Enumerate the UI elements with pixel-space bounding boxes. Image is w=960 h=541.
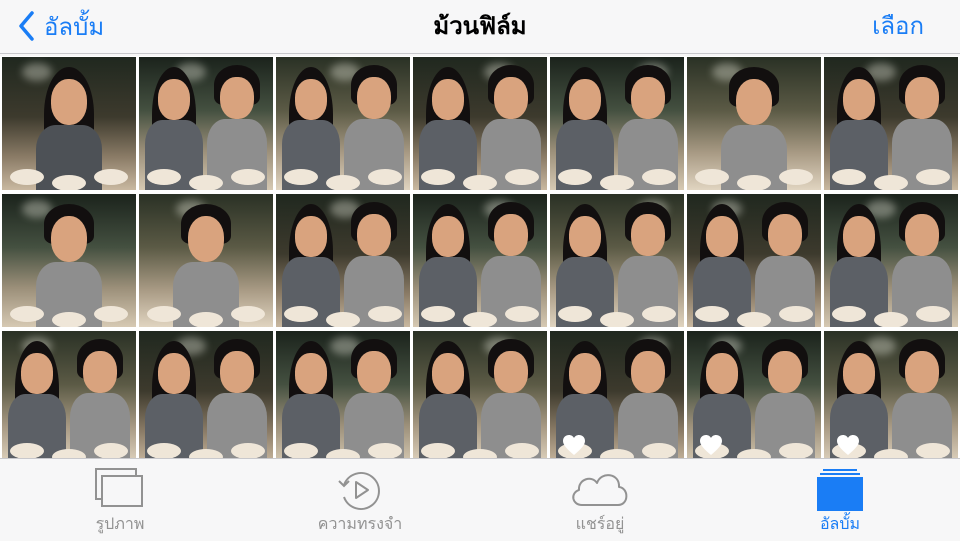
tab-shared-label: แชร์อยู่: [575, 514, 625, 533]
back-button[interactable]: อัลบั้ม: [18, 6, 104, 46]
tab-photos[interactable]: รูปภาพ: [40, 459, 200, 541]
photo-thumbnail[interactable]: [413, 331, 547, 464]
page-title: ม้วนฟิล์ม: [433, 12, 527, 40]
photo-thumbnail[interactable]: [2, 331, 136, 464]
chevron-left-icon: [19, 11, 34, 41]
photo-thumbnail[interactable]: [276, 331, 410, 464]
navigation-bar: อัลบั้ม ม้วนฟิล์ม เลือก: [0, 0, 960, 54]
photo-thumbnail[interactable]: [276, 57, 410, 190]
albums-icon: [817, 469, 863, 511]
photo-thumbnail[interactable]: [139, 57, 273, 190]
photo-thumbnail[interactable]: [276, 194, 410, 327]
photos-stack-icon: [95, 468, 143, 507]
cloud-icon: [572, 474, 628, 506]
photo-thumbnail[interactable]: [550, 194, 684, 327]
tab-albums[interactable]: อัลบั้ม: [760, 459, 920, 541]
photo-thumbnail[interactable]: [139, 331, 273, 464]
favorite-heart-icon: [700, 435, 722, 455]
photo-thumbnail[interactable]: [687, 57, 821, 190]
photo-thumbnail[interactable]: [413, 57, 547, 190]
photo-grid: [0, 56, 960, 464]
tab-bar: รูปภาพ ความทรงจำ แชร์อยู่ อัลบั้ม: [0, 458, 960, 540]
favorite-heart-icon: [837, 435, 859, 455]
photo-thumbnail[interactable]: [687, 331, 821, 464]
tab-memories-label: ความทรงจำ: [317, 514, 403, 533]
favorite-heart-icon: [563, 435, 585, 455]
photo-thumbnail[interactable]: [413, 194, 547, 327]
tab-memories[interactable]: ความทรงจำ: [280, 459, 440, 541]
select-button[interactable]: เลือก: [872, 0, 924, 54]
photo-thumbnail[interactable]: [824, 57, 958, 190]
photo-thumbnail[interactable]: [824, 194, 958, 327]
photo-thumbnail[interactable]: [550, 57, 684, 190]
photo-thumbnail[interactable]: [2, 194, 136, 327]
tab-shared[interactable]: แชร์อยู่: [520, 459, 680, 541]
photo-thumbnail[interactable]: [824, 331, 958, 464]
tab-albums-label: อัลบั้ม: [819, 514, 861, 533]
photo-thumbnail[interactable]: [550, 331, 684, 464]
photo-thumbnail[interactable]: [139, 194, 273, 327]
back-button-label: อัลบั้ม: [44, 12, 105, 41]
tab-photos-label: รูปภาพ: [95, 514, 145, 533]
memories-play-icon: [338, 472, 380, 510]
photo-thumbnail[interactable]: [2, 57, 136, 190]
photo-thumbnail[interactable]: [687, 194, 821, 327]
